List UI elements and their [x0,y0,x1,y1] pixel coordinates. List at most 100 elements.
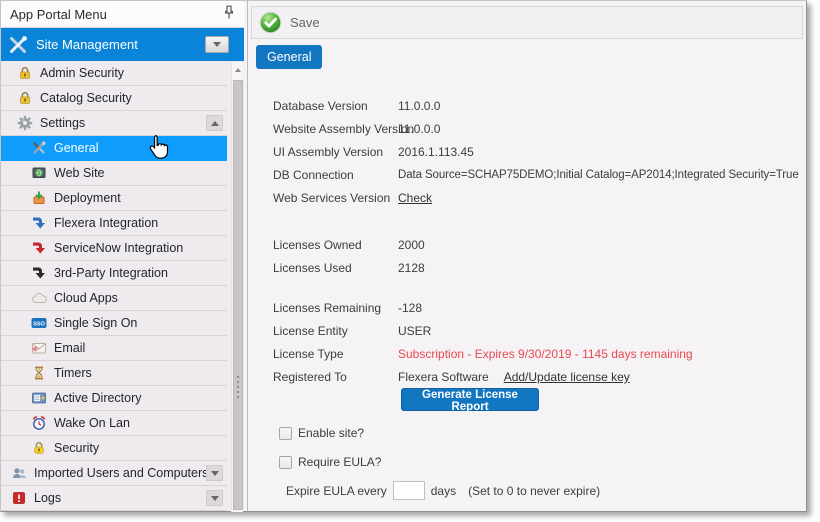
window: App Portal Menu Site Management Admin Se… [0,0,807,512]
field-value: 2128 [398,261,425,275]
alarm-clock-icon [31,415,47,431]
settings-collapse-button[interactable] [206,115,223,131]
sidebar-item-web-site[interactable]: Web Site [1,161,227,186]
sidebar-item-label: 3rd-Party Integration [54,266,168,280]
save-button[interactable]: Save [259,11,320,34]
field-label: License Type [273,347,398,361]
sidebar-section-imported-users-and-computers[interactable]: Imported Users and Computers [1,461,227,486]
tab-general[interactable]: General [256,45,322,69]
sidebar-item-timers[interactable]: Timers [1,361,227,386]
sidebar-item-single-sign-on[interactable]: SSO Single Sign On [1,311,227,336]
sidebar-item-label: Wake On Lan [54,416,130,430]
field-website-assembly-version: Website Assembly Version11.0.0.0 [273,122,440,136]
field-value: -128 [398,301,422,315]
sidebar-item-label: Deployment [54,191,121,205]
panel-divider [247,1,248,511]
deployment-icon [31,190,47,206]
save-check-icon [259,11,282,34]
require-eula-label: Require EULA? [298,455,381,469]
field-label: DB Connection [273,168,398,182]
sidebar-item-label: Admin Security [40,66,124,80]
field-db-connection: DB ConnectionData Source=SCHAP75DEMO;Ini… [273,168,799,182]
license-expiry-warning: Subscription - Expires 9/30/2019 - 1145 … [398,347,693,361]
chevron-down-icon [211,496,219,501]
sidebar-item-label: Timers [54,366,92,380]
field-label: Licenses Owned [273,238,398,252]
logs-collapse-button[interactable] [206,490,223,506]
enable-site-checkbox[interactable] [279,427,292,440]
field-label: UI Assembly Version [273,145,398,159]
field-database-version: Database Version11.0.0.0 [273,99,440,113]
field-registered-to: Registered ToFlexera Software Add/Update … [273,370,630,384]
sidebar-item-label: Catalog Security [40,91,132,105]
sidebar-item-general[interactable]: General [1,136,227,161]
imported-users-collapse-button[interactable] [206,465,223,481]
lock-icon [17,65,33,81]
field-licenses-used: Licenses Used2128 [273,261,425,275]
sidebar-item-email[interactable]: @ Email [1,336,227,361]
website-icon [31,165,47,181]
sidebar-item-3rd-party-integration[interactable]: 3rd-Party Integration [1,261,227,286]
cloud-icon [31,290,47,306]
expire-eula-option: Expire EULA every days (Set to 0 to neve… [286,481,600,500]
site-management-collapse-button[interactable] [205,36,229,53]
sidebar-item-flexera-integration[interactable]: Flexera Integration [1,211,227,236]
sso-badge-text: SSO [33,322,45,328]
sidebar-item-active-directory[interactable]: Active Directory [1,386,227,411]
navigation-sidebar: App Portal Menu Site Management Admin Se… [1,1,244,511]
lock-icon [31,440,47,456]
sidebar-scrollbar[interactable] [231,62,243,512]
sidebar-item-deployment[interactable]: Deployment [1,186,227,211]
field-label: License Entity [273,324,398,338]
email-icon: @ [31,340,47,356]
tools-icon [31,140,47,156]
sidebar-item-admin-security[interactable]: Admin Security [1,61,227,86]
chevron-up-icon [211,121,219,126]
chevron-down-icon [213,42,221,47]
main-panel: Save General Database Version11.0.0.0 We… [244,1,806,511]
sidebar-item-cloud-apps[interactable]: Cloud Apps [1,286,227,311]
generate-license-report-button[interactable]: Generate License Report [401,388,539,411]
sidebar-item-label: Settings [40,116,85,130]
field-label: Licenses Remaining [273,301,398,315]
save-label: Save [290,15,320,30]
field-value: 2000 [398,238,425,252]
sidebar-item-catalog-security[interactable]: Catalog Security [1,86,227,111]
field-value: Data Source=SCHAP75DEMO;Initial Catalog=… [398,168,799,182]
third-party-integration-icon [31,265,47,281]
lock-icon [17,90,33,106]
require-eula-checkbox[interactable] [279,456,292,469]
sidebar-item-label: Imported Users and Computers [34,466,208,480]
sidebar-section-site-management[interactable]: Site Management [1,28,244,61]
sidebar-item-label: Single Sign On [54,316,137,330]
field-value: 2016.1.113.45 [398,145,474,159]
sidebar-item-label: Web Site [54,166,105,180]
add-update-license-key-link[interactable]: Add/Update license key [504,370,630,384]
field-label: Website Assembly Version [273,122,398,136]
sidebar-section-logs[interactable]: Logs [1,486,227,511]
scrollbar-up-button[interactable] [232,62,243,78]
field-label: Registered To [273,370,398,384]
scrollbar-thumb[interactable] [233,80,243,510]
sidebar-item-security[interactable]: Security [1,436,227,461]
sidebar-item-settings[interactable]: Settings [1,111,227,136]
sidebar-title: App Portal Menu [10,7,107,22]
field-license-type: License TypeSubscription - Expires 9/30/… [273,347,693,361]
check-link[interactable]: Check [398,191,432,205]
sidebar-item-servicenow-integration[interactable]: ServiceNow Integration [1,236,227,261]
sidebar-item-wake-on-lan[interactable]: Wake On Lan [1,411,227,436]
tools-icon [7,34,29,56]
field-web-services-version: Web Services VersionCheck [273,191,432,205]
field-label: Licenses Used [273,261,398,275]
field-value: Flexera Software [398,370,489,384]
enable-site-label: Enable site? [298,426,364,440]
sidebar-header: App Portal Menu [1,1,244,28]
scroll-up-icon [235,68,241,72]
expire-eula-days-input[interactable] [393,481,425,500]
sidebar-item-label: Security [54,441,99,455]
sidebar-item-label: Active Directory [54,391,142,405]
pin-icon[interactable] [223,5,235,23]
sidebar-item-label: General [54,141,98,155]
sidebar-item-label: Flexera Integration [54,216,158,230]
app-portal-window: App Portal Menu Site Management Admin Se… [0,0,820,522]
